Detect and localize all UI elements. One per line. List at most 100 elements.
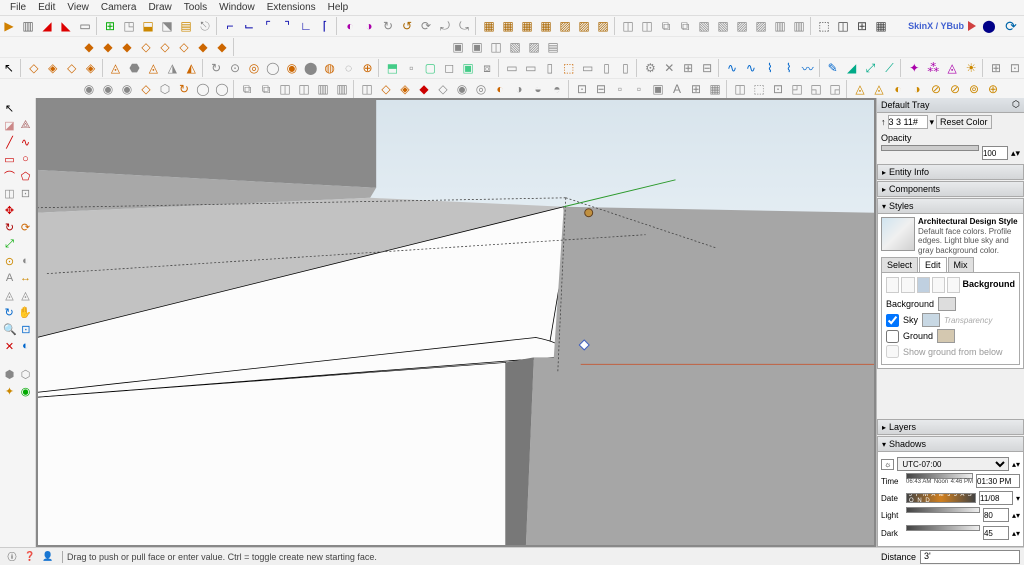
freehand-icon[interactable]: ∿ (18, 134, 33, 150)
tb-icon[interactable]: ✦ (905, 59, 923, 77)
tb-icon[interactable]: ⧉ (657, 17, 675, 35)
tb-icon[interactable]: ↺ (398, 17, 416, 35)
tb-icon[interactable]: ◇ (156, 38, 174, 56)
tb-icon[interactable]: ◑ (510, 80, 528, 98)
tb-icon[interactable]: ⬣ (126, 59, 144, 77)
tb-icon[interactable]: ◇ (377, 80, 395, 98)
line-icon[interactable]: ╱ (2, 134, 17, 150)
tb-icon[interactable]: ◇ (434, 80, 452, 98)
tb-icon[interactable]: ◳ (120, 17, 138, 35)
tb-icon[interactable]: ⊕ (359, 59, 377, 77)
tb-icon[interactable]: ◇ (137, 80, 155, 98)
entity-info-panel[interactable]: ▸Entity Info (877, 164, 1024, 180)
tb-icon[interactable]: ⊡ (573, 80, 591, 98)
timezone-select[interactable]: UTC-07:00 (897, 457, 1009, 471)
tb-icon[interactable]: ◬ (107, 59, 125, 77)
tb-icon[interactable]: ◑ (908, 80, 926, 98)
tb-icon[interactable]: ▣ (649, 80, 667, 98)
tb-icon[interactable]: ⬢ (2, 366, 17, 382)
tb-icon[interactable]: ▥ (333, 80, 351, 98)
tb-icon[interactable]: ▧ (695, 17, 713, 35)
tb-icon[interactable]: ▦ (518, 17, 536, 35)
tb-icon[interactable]: ⬚ (560, 59, 578, 77)
tb-icon[interactable]: ◈ (44, 59, 62, 77)
tb-icon[interactable]: ⧉ (676, 17, 694, 35)
tb-icon[interactable]: A (668, 80, 686, 98)
light-value[interactable] (983, 508, 1009, 522)
ground-swatch[interactable] (937, 329, 955, 343)
tb-icon[interactable]: ☀ (962, 59, 980, 77)
tape-icon[interactable]: ⊙ (2, 253, 17, 269)
tb-icon[interactable]: ◫ (295, 80, 313, 98)
tb-icon[interactable]: ⧈ (478, 59, 496, 77)
tb-icon[interactable]: ▫ (630, 80, 648, 98)
tb-icon[interactable]: ◓ (548, 80, 566, 98)
tb-icon[interactable]: ⚙ (641, 59, 659, 77)
tb-icon[interactable]: ◈ (396, 80, 414, 98)
tb-icon[interactable]: ◆ (213, 38, 231, 56)
up-button[interactable]: ↑ (881, 117, 886, 127)
tb-icon[interactable]: ↻ (175, 80, 193, 98)
select-icon[interactable]: ↖ (2, 100, 17, 116)
layers-panel[interactable]: ▸Layers (877, 419, 1024, 435)
tb-icon[interactable]: ◐ (341, 17, 359, 35)
tb-icon[interactable]: ◇ (25, 59, 43, 77)
menu-camera[interactable]: Camera (95, 2, 143, 13)
shadow-toggle-icon[interactable]: ☼ (881, 459, 894, 470)
tb-icon[interactable]: ✕ (660, 59, 678, 77)
menu-tools[interactable]: Tools (178, 2, 213, 13)
tb-icon[interactable]: ⁂ (924, 59, 942, 77)
tb-icon[interactable]: ▭ (503, 59, 521, 77)
tb-icon[interactable]: ◐ (491, 80, 509, 98)
select-tool-icon[interactable]: ↖ (0, 59, 18, 77)
dropdown-icon[interactable]: ▾ (930, 117, 935, 128)
tb-icon[interactable]: ◍ (321, 59, 339, 77)
tb-icon[interactable]: ◒ (529, 80, 547, 98)
material-input[interactable] (888, 115, 928, 129)
help-icon[interactable]: ❓ (22, 550, 38, 564)
menu-view[interactable]: View (61, 2, 95, 13)
dimension-icon[interactable]: ↔ (18, 270, 33, 286)
tb-icon[interactable]: ⊘ (927, 80, 945, 98)
tb-icon[interactable]: ∟ (297, 17, 315, 35)
tb-icon[interactable]: ⊟ (592, 80, 610, 98)
tb-icon[interactable] (18, 100, 33, 116)
menu-help[interactable]: Help (322, 2, 355, 13)
tb-icon[interactable]: ▦ (872, 17, 890, 35)
tb-icon[interactable]: ◢ (38, 17, 56, 35)
light-spinner-icon[interactable]: ▴▾ (1012, 511, 1020, 520)
tb-icon[interactable]: ◫ (358, 80, 376, 98)
tb-icon[interactable]: ◯ (194, 80, 212, 98)
tb-icon[interactable]: ◈ (82, 59, 100, 77)
background-swatch[interactable] (938, 297, 956, 311)
tb-icon[interactable]: ⊚ (965, 80, 983, 98)
sky-swatch[interactable] (922, 313, 940, 327)
tb-icon[interactable]: ◉ (99, 80, 117, 98)
shadows-panel[interactable]: ▾Shadows (877, 436, 1024, 452)
menu-extensions[interactable]: Extensions (261, 2, 322, 13)
tb-icon[interactable]: ◉ (118, 80, 136, 98)
style-thumbnail[interactable] (881, 217, 915, 251)
tb-icon[interactable]: ⬒ (383, 59, 401, 77)
eraser-icon[interactable]: ◪ (2, 117, 17, 133)
tb-icon[interactable]: ▧ (506, 38, 524, 56)
circle-icon[interactable]: ○ (18, 151, 33, 167)
tb-icon[interactable]: ◮ (163, 59, 181, 77)
time-value[interactable] (976, 474, 1020, 488)
tb-icon[interactable]: ◫ (276, 80, 294, 98)
tb-icon[interactable]: ⊙ (226, 59, 244, 77)
measurement-input[interactable]: 3' (920, 550, 1020, 564)
tb-icon[interactable]: ⊘ (946, 80, 964, 98)
tb-icon[interactable]: ▦ (499, 17, 517, 35)
dark-spinner-icon[interactable]: ▴▾ (1012, 529, 1020, 538)
tb-icon[interactable]: ◬ (870, 80, 888, 98)
watermark-icon[interactable] (932, 277, 945, 293)
pan-icon[interactable]: ✋ (17, 304, 33, 320)
tb-icon[interactable]: ⊞ (687, 80, 705, 98)
tb-icon[interactable]: ⟋ (880, 59, 898, 77)
ground-checkbox[interactable] (886, 330, 899, 343)
tb-icon[interactable]: ⧉ (238, 80, 256, 98)
tb-icon[interactable]: ◬ (2, 287, 17, 303)
tb-icon[interactable]: ⤾ (436, 17, 454, 35)
rotate-icon[interactable]: ↻ (2, 219, 17, 235)
